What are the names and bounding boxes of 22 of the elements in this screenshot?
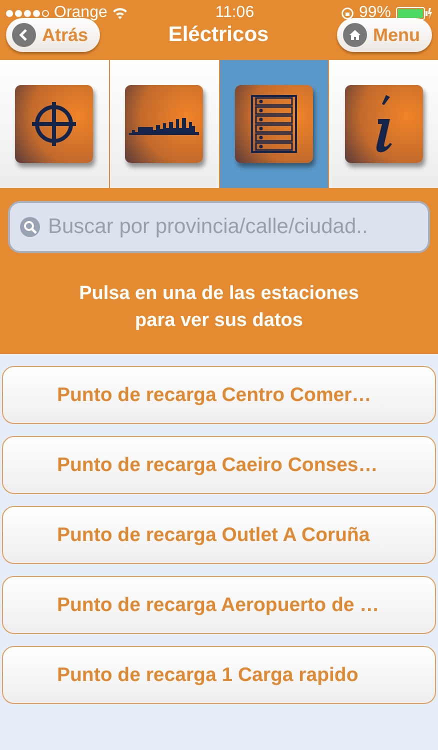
tab[interactable] <box>328 60 438 188</box>
tab[interactable] <box>0 60 109 188</box>
clock: 11:06 <box>215 4 254 22</box>
chevron-left-icon <box>19 29 29 41</box>
signal-icon <box>6 10 49 16</box>
wifi-icon <box>112 7 128 19</box>
instruction-text: Pulsa en una de las estaciones para ver sus datos <box>78 282 360 333</box>
menu-button[interactable]: Menu <box>336 18 432 52</box>
search-icon <box>20 217 40 237</box>
tab[interactable] <box>108 60 218 188</box>
station-list-item[interactable]: Punto de recarga Outlet A Coruña <box>2 506 436 564</box>
rotation-lock-icon <box>340 6 354 20</box>
search-field[interactable]: Buscar por provincia/calle/ciudad.. <box>8 201 430 253</box>
station-list-item[interactable]: Punto de recarga Centro Comer… <box>2 366 436 424</box>
screen-title: Eléctricos <box>168 23 269 47</box>
home-icon <box>348 29 361 41</box>
station-list-item[interactable]: Punto de recarga Caeiro Conses… <box>2 436 436 494</box>
station-list-item[interactable]: Punto de recarga Aeropuerto de … <box>2 576 436 634</box>
station-list-item[interactable]: Punto de recarga 1 Carga rapido <box>2 646 436 704</box>
list-icon <box>250 95 297 153</box>
tab[interactable] <box>218 60 328 188</box>
battery-icon <box>396 6 432 20</box>
